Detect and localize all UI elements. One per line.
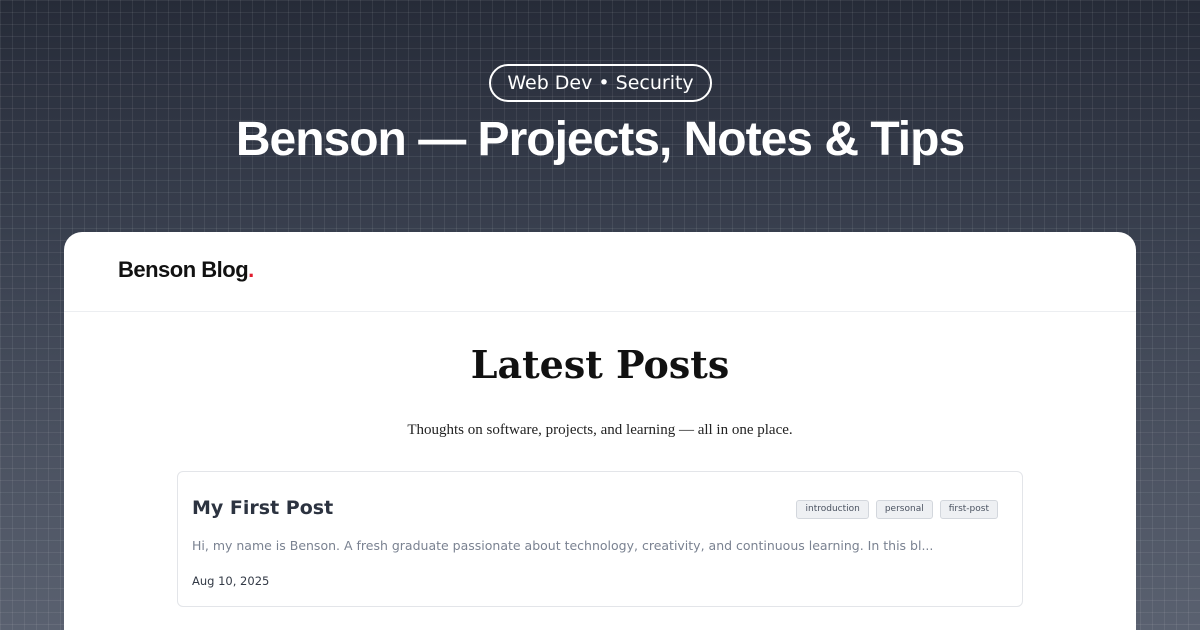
post-date: Aug 10, 2025 [192, 574, 270, 588]
site-logo-text: Benson Blog [118, 257, 249, 282]
post-tags: introduction personal first-post [796, 500, 998, 519]
tag-first-post[interactable]: first-post [939, 500, 998, 519]
site-header: Benson Blog. [64, 232, 1136, 312]
post-card[interactable]: My First Post introduction personal firs… [177, 471, 1023, 607]
tag-introduction[interactable]: introduction [796, 500, 869, 519]
tag-personal[interactable]: personal [875, 500, 933, 519]
hero-badge: Web Dev • Security [489, 64, 712, 102]
page-subtitle: Thoughts on software, projects, and lear… [407, 422, 793, 438]
site-preview-card: Benson Blog. Latest Posts Thoughts on so… [64, 232, 1136, 630]
site-logo[interactable]: Benson Blog. [118, 257, 254, 283]
page-title: Latest Posts [470, 342, 730, 387]
hero-title: Benson — Projects, Notes & Tips [235, 113, 965, 166]
site-logo-dot: . [248, 257, 254, 282]
post-excerpt: Hi, my name is Benson. A fresh graduate … [192, 538, 934, 553]
post-title-link[interactable]: My First Post [192, 497, 333, 519]
